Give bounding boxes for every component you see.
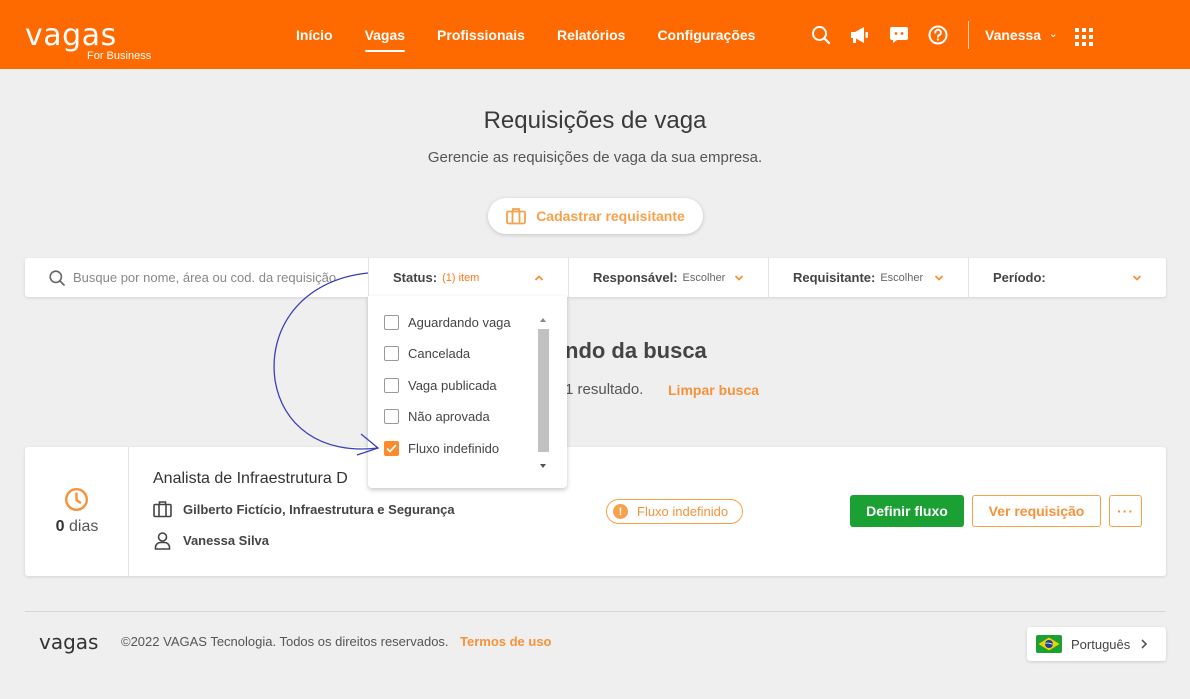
add-requester-button[interactable]: Cadastrar requisitante [488, 198, 703, 234]
responsavel-filter-value: Escolher [682, 271, 726, 284]
dropdown-scrollbar[interactable] [537, 314, 550, 472]
status-filter[interactable]: Status: (1) item [368, 258, 568, 297]
days-number: 0 [55, 518, 65, 535]
filter-bar: Status: (1) item Responsável: Escolher R… [25, 258, 1166, 297]
vagas-logo[interactable]: vagas For Business [25, 18, 151, 63]
top-bar: vagas For Business Início Vagas Profissi… [0, 0, 1190, 69]
more-options-button[interactable]: ··· [1109, 495, 1142, 527]
nav-inicio[interactable]: Início [280, 0, 349, 69]
warning-icon: ! [613, 504, 628, 519]
chevron-down-icon [934, 275, 944, 281]
footer-logo: vagas [39, 630, 99, 654]
header-actions: Vanessa ⌄ [808, 0, 1057, 69]
requisitante-filter[interactable]: Requisitante: Escolher [768, 258, 968, 297]
chevron-right-icon [1141, 639, 1148, 649]
responsavel-filter-label: Responsável: [593, 270, 678, 285]
search-box [25, 258, 368, 297]
briefcase-icon [506, 208, 527, 225]
search-icon [49, 269, 65, 286]
briefcase-icon [153, 501, 172, 518]
status-badge-text: Fluxo indefinido [637, 504, 729, 519]
status-option-label: Aguardando vaga [408, 314, 511, 330]
page-title: Requisições de vaga [483, 107, 707, 134]
copyright-text: ©2022 VAGAS Tecnologia. Todos os direito… [121, 634, 449, 649]
megaphone-icon[interactable] [847, 22, 873, 48]
nav-profissionais[interactable]: Profissionais [421, 0, 541, 69]
apps-grid-icon[interactable] [1075, 28, 1093, 46]
add-requester-label: Cadastrar requisitante [536, 208, 685, 224]
results-title: ndo da busca [565, 338, 707, 363]
chevron-up-icon [534, 275, 544, 281]
days-panel: 0 dias [25, 447, 129, 576]
logo-subtitle: For Business [87, 50, 152, 62]
define-flow-button[interactable]: Definir fluxo [850, 495, 964, 527]
periodo-filter[interactable]: Período: [968, 258, 1166, 297]
chevron-down-icon: ⌄ [1049, 29, 1058, 40]
language-label: Português [1071, 636, 1131, 652]
checkbox-checked[interactable] [384, 440, 399, 456]
results-count: 1 resultado. [565, 381, 644, 398]
requisitante-filter-value: Escolher [880, 271, 924, 284]
check-icon [386, 443, 397, 453]
status-option-publicada[interactable]: Vaga publicada [384, 375, 497, 395]
main-nav: Início Vagas Profissionais Relatórios Co… [280, 0, 771, 69]
terms-link[interactable]: Termos de uso [460, 634, 552, 649]
scroll-up-arrow[interactable] [540, 318, 546, 322]
status-option-label: Vaga publicada [408, 377, 497, 393]
header-divider [968, 20, 969, 49]
language-selector[interactable]: Português [1027, 627, 1166, 661]
person-text: Vanessa Silva [183, 533, 270, 548]
help-icon[interactable] [925, 22, 951, 48]
responsavel-filter[interactable]: Responsável: Escolher [568, 258, 768, 297]
status-option-cancelada[interactable]: Cancelada [384, 343, 470, 363]
checkbox[interactable] [384, 408, 399, 424]
checkbox[interactable] [384, 377, 399, 393]
periodo-filter-label: Período: [993, 270, 1046, 285]
nav-vagas[interactable]: Vagas [349, 0, 421, 69]
checkbox[interactable] [384, 314, 399, 330]
footer-divider [25, 611, 1166, 612]
chevron-down-icon [1132, 275, 1142, 281]
requisition-card: 0 dias Analista de Infraestrutura D Gilb… [25, 447, 1166, 576]
status-badge: ! Fluxo indefinido [606, 499, 743, 524]
status-filter-count: (1) item [442, 271, 480, 284]
nav-relatorios[interactable]: Relatórios [541, 0, 641, 69]
status-option-label: Não aprovada [408, 408, 490, 424]
status-option-label: Cancelada [408, 345, 471, 361]
chevron-down-icon [734, 275, 744, 281]
status-option-nao-aprovada[interactable]: Não aprovada [384, 406, 490, 426]
status-option-fluxo-indefinido[interactable]: Fluxo indefinido [384, 438, 499, 458]
clear-search-link[interactable]: Limpar busca [668, 382, 759, 398]
brazil-flag-icon [1036, 635, 1062, 653]
status-option-aguardando[interactable]: Aguardando vaga [384, 312, 511, 332]
view-requisition-button[interactable]: Ver requisição [972, 495, 1101, 527]
chat-icon[interactable] [886, 22, 912, 48]
job-title[interactable]: Analista de Infraestrutura D [153, 470, 348, 488]
requisitante-filter-label: Requisitante: [793, 270, 876, 285]
user-icon [154, 532, 171, 550]
user-name: Vanessa [985, 26, 1042, 43]
search-input[interactable] [73, 270, 343, 285]
company-text: Gilberto Fictício, Infraestrutura e Segu… [183, 501, 455, 517]
clock-icon [64, 487, 89, 512]
scroll-down-arrow[interactable] [540, 464, 546, 468]
search-icon[interactable] [808, 22, 834, 48]
company-info: Gilberto Fictício, Infraestrutura e Segu… [153, 500, 455, 518]
status-option-label: Fluxo indefinido [408, 440, 500, 456]
page-subtitle: Gerencie as requisições de vaga da sua e… [427, 149, 763, 166]
days-counter: 0 dias [25, 518, 129, 536]
person-info: Vanessa Silva [153, 531, 269, 550]
nav-configuracoes[interactable]: Configurações [641, 0, 771, 69]
status-filter-label: Status: [393, 270, 438, 285]
days-unit: dias [69, 518, 99, 535]
checkbox[interactable] [384, 345, 399, 361]
user-menu[interactable]: Vanessa ⌄ [985, 27, 1057, 43]
scroll-thumb[interactable] [538, 329, 549, 452]
logo-text: vagas [25, 18, 117, 53]
